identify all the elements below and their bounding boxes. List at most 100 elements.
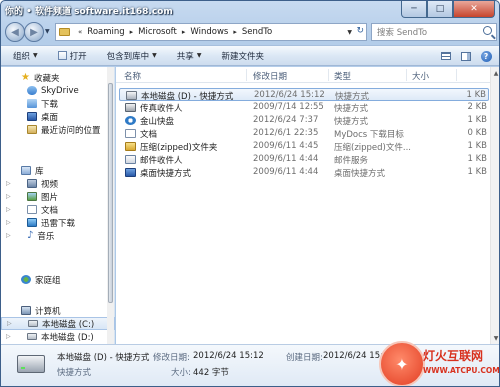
open-label: 打开 <box>69 51 87 62</box>
desktop-icon <box>125 168 136 177</box>
address-dropdown-icon[interactable]: ▼ <box>347 29 352 36</box>
include-in-library-button[interactable]: 包含到库中 ▼ <box>107 50 157 62</box>
sidebar-item-computer[interactable]: 计算机 <box>1 304 115 317</box>
flame-logo-icon: ✦ <box>379 341 425 386</box>
share-button[interactable]: 共享 ▼ <box>177 50 202 62</box>
forward-button[interactable]: ▶ <box>24 22 44 42</box>
folder-icon <box>59 28 70 36</box>
command-bar: 组织 ▼ 打开 包含到库中 ▼ 共享 ▼ 新建文件夹 ? <box>1 45 499 66</box>
view-list-icon <box>441 52 451 60</box>
change-view-button[interactable] <box>437 49 455 63</box>
expand-arrow-icon[interactable]: ▷ <box>6 193 11 200</box>
title-bar: 你的 • 软件频道 software.it168.com ─ □ ✕ <box>1 1 499 21</box>
sidebar-item-label: 本地磁盘 (D:) <box>41 332 94 343</box>
expand-arrow-icon[interactable]: ▷ <box>6 219 11 226</box>
watermark-url: WWW.ATCPU.COM <box>423 366 500 375</box>
scroll-up-icon[interactable]: ▲ <box>491 67 499 79</box>
column-divider[interactable] <box>328 69 329 81</box>
sidebar-item-xunlei-downloads[interactable]: ▷ 迅雷下载 <box>1 216 115 229</box>
file-name: 桌面快捷方式 <box>140 169 192 179</box>
file-row[interactable]: 本地磁盘 (D) - 快捷方式 2012/6/24 15:12 快捷方式 1 K… <box>119 88 489 102</box>
organize-button[interactable]: 组织 ▼ <box>13 50 38 62</box>
column-header-name[interactable]: 名称 <box>124 70 141 82</box>
file-row[interactable]: 压缩(zipped)文件夹 2009/6/11 4:45 压缩(zipped)文… <box>119 140 489 153</box>
column-divider[interactable] <box>406 69 407 81</box>
favorites-group: ★ 收藏夹 SkyDrive 下载 桌面 最近访问的位置 <box>1 71 115 136</box>
column-headers: 名称 修改日期 类型 大小 <box>116 67 490 83</box>
sidebar-item-homegroup[interactable]: 家庭组 <box>1 273 115 286</box>
back-button[interactable]: ◀ <box>5 22 25 42</box>
sidebar-item-libraries[interactable]: 库 <box>1 164 115 177</box>
minimize-button[interactable]: ─ <box>401 1 427 18</box>
recent-pages-dropdown[interactable]: ▼ <box>45 28 50 35</box>
computer-icon <box>21 306 31 315</box>
column-header-size[interactable]: 大小 <box>412 70 429 82</box>
sidebar-item-drive-d[interactable]: ▷ 本地磁盘 (D:) <box>1 330 115 343</box>
sidebar-item-favorites[interactable]: ★ 收藏夹 <box>1 71 115 84</box>
file-row[interactable]: 传真收件人 2009/7/14 12:55 快捷方式 2 KB <box>119 101 489 114</box>
sidebar-item-skydrive[interactable]: SkyDrive <box>1 84 115 97</box>
window-controls: ─ □ ✕ <box>401 1 495 18</box>
search-icon[interactable] <box>483 26 492 35</box>
help-button[interactable]: ? <box>477 49 495 63</box>
fax-icon <box>125 103 136 112</box>
breadcrumb-arrow-icon[interactable]: ▸ <box>233 28 237 36</box>
drive-icon <box>17 355 45 373</box>
expand-arrow-icon[interactable]: ▷ <box>6 232 11 239</box>
breadcrumb-roaming[interactable]: Roaming ▸ <box>87 27 138 37</box>
address-bar[interactable]: « Roaming ▸ Microsoft ▸ Windows ▸ SendTo… <box>55 23 367 41</box>
expand-arrow-icon[interactable]: ▷ <box>6 206 11 213</box>
sidebar-item-label: 库 <box>35 166 44 177</box>
file-row[interactable]: 文档 2012/6/1 22:35 MyDocs 下载目标 0 KB <box>119 127 489 140</box>
column-divider[interactable] <box>456 69 457 81</box>
sidebar-item-pictures[interactable]: ▷ 图片 <box>1 190 115 203</box>
breadcrumb-windows[interactable]: Windows ▸ <box>190 27 241 37</box>
xunlei-library-icon <box>27 218 37 227</box>
breadcrumb-label: Windows <box>190 27 229 37</box>
open-button[interactable]: 打开 <box>57 50 87 62</box>
breadcrumb-overflow[interactable]: « <box>78 28 82 36</box>
refresh-icon[interactable]: ↻ <box>356 26 364 36</box>
watermark-title: 灯火互联网 <box>423 349 484 363</box>
maximize-button[interactable]: □ <box>427 1 453 18</box>
expand-arrow-icon[interactable]: ▷ <box>6 180 11 187</box>
file-date: 2009/6/11 4:45 <box>253 141 319 151</box>
preview-pane-button[interactable] <box>457 49 475 63</box>
breadcrumb-microsoft[interactable]: Microsoft ▸ <box>138 27 190 37</box>
file-date: 2009/7/14 12:55 <box>253 102 324 112</box>
file-list-scrollbar[interactable]: ▲ ▼ <box>490 67 499 344</box>
file-type: 邮件服务 <box>334 156 369 166</box>
zip-folder-icon <box>125 142 136 151</box>
file-type: MyDocs 下载目标 <box>334 130 404 140</box>
file-type: 压缩(zipped)文件... <box>334 143 411 153</box>
file-row[interactable]: 金山快盘 2012/6/24 7:37 快捷方式 1 KB <box>119 114 489 127</box>
sidebar-item-documents[interactable]: ▷ 文档 <box>1 203 115 216</box>
sidebar-item-desktop[interactable]: 桌面 <box>1 110 115 123</box>
sidebar-item-downloads[interactable]: 下载 <box>1 97 115 110</box>
search-input[interactable]: 搜索 SendTo <box>371 23 497 41</box>
breadcrumb-sendto[interactable]: SendTo <box>242 27 272 37</box>
breadcrumb-arrow-icon[interactable]: ▸ <box>130 28 134 36</box>
chevron-down-icon: ▼ <box>152 52 157 59</box>
sidebar-item-music[interactable]: ▷ ♪ 音乐 <box>1 229 115 242</box>
new-folder-button[interactable]: 新建文件夹 <box>221 50 264 62</box>
close-button[interactable]: ✕ <box>453 1 495 18</box>
file-row[interactable]: 邮件收件人 2009/6/11 4:44 邮件服务 1 KB <box>119 153 489 166</box>
expand-arrow-icon[interactable]: ▷ <box>7 320 12 327</box>
sidebar-item-recent-places[interactable]: 最近访问的位置 <box>1 123 115 136</box>
column-divider[interactable] <box>246 69 247 81</box>
file-type: 桌面快捷方式 <box>334 169 386 179</box>
desktop-icon <box>27 112 37 121</box>
sidebar-item-drive-c[interactable]: ▷ 本地磁盘 (C:) <box>1 317 115 330</box>
expand-arrow-icon[interactable]: ▷ <box>6 333 11 340</box>
column-header-type[interactable]: 类型 <box>334 70 351 82</box>
breadcrumb-label: Roaming <box>87 27 125 37</box>
file-row[interactable]: 桌面快捷方式 2009/6/11 4:44 桌面快捷方式 1 KB <box>119 166 489 179</box>
column-header-date[interactable]: 修改日期 <box>253 70 287 82</box>
scrollbar-thumb[interactable] <box>108 83 113 303</box>
sidebar-item-videos[interactable]: ▷ 视频 <box>1 177 115 190</box>
sidebar-item-label: 本地磁盘 (C:) <box>42 319 95 330</box>
file-name: 传真收件人 <box>140 104 183 114</box>
navigation-scrollbar[interactable] <box>107 67 114 344</box>
breadcrumb-arrow-icon[interactable]: ▸ <box>182 28 186 36</box>
